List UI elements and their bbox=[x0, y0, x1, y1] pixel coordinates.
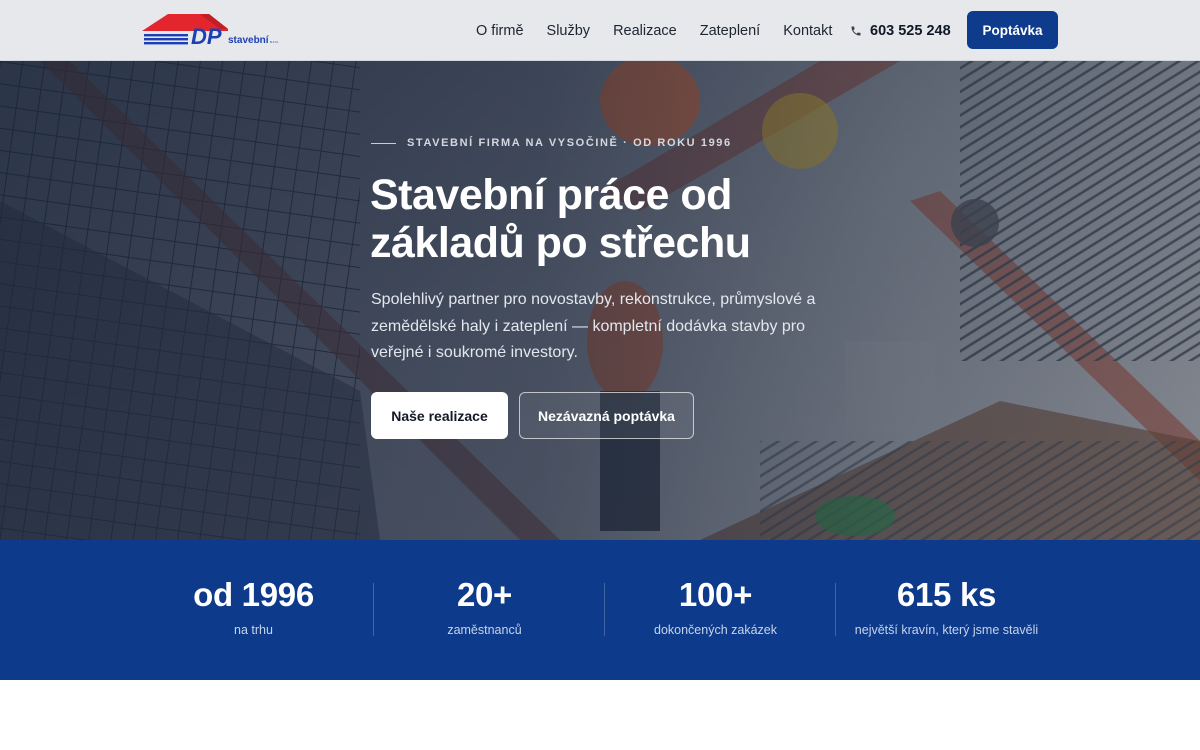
phone-icon bbox=[851, 26, 861, 35]
nav-item-sluzby[interactable]: Služby bbox=[547, 23, 591, 39]
hero-eyebrow: STAVEBNÍ FIRMA NA VYSOČINĚ · OD ROKU 199… bbox=[371, 137, 732, 149]
nase-realizace-button[interactable]: Naše realizace bbox=[371, 392, 508, 439]
stat-item: od 1996 na trhu bbox=[138, 540, 369, 680]
nezavazna-poptavka-button[interactable]: Nezávazná poptávka bbox=[519, 392, 694, 439]
stat-value: 615 ks bbox=[896, 576, 997, 613]
nav-item-realizace[interactable]: Realizace bbox=[613, 23, 677, 39]
hero-section: STAVEBNÍ FIRMA NA VYSOČINĚ · OD ROKU 199… bbox=[0, 61, 1200, 540]
phone-link[interactable]: 603 525 248 bbox=[850, 0, 951, 61]
hero-title-line-1: Stavební práce od bbox=[370, 171, 732, 219]
logo-text: DP bbox=[191, 24, 222, 46]
eyebrow-line bbox=[371, 142, 396, 144]
company-logo[interactable]: DP stavební s.r.o. bbox=[142, 12, 287, 49]
stat-label: zaměstnanců bbox=[447, 623, 522, 637]
stats-band: od 1996 na trhu 20+ zaměstnanců 100+ dok… bbox=[0, 540, 1200, 680]
nav-item-zatepleni[interactable]: Zateplení bbox=[700, 23, 760, 39]
hero-title-line-2: základů po střechu bbox=[370, 219, 751, 267]
hero-title: Stavební práce od základů po střechu bbox=[370, 171, 850, 267]
phone-number: 603 525 248 bbox=[870, 22, 951, 39]
stat-item: 20+ zaměstnanců bbox=[369, 540, 600, 680]
main-nav: O firmě Služby Realizace Zateplení Konta… bbox=[476, 0, 855, 61]
stat-value: 100+ bbox=[678, 576, 753, 613]
stat-label: největší kravín, který jsme stavěli bbox=[854, 623, 1039, 637]
nav-item-kontakt[interactable]: Kontakt bbox=[783, 23, 832, 39]
stat-value: 20+ bbox=[456, 576, 513, 613]
hero-description: Spolehlivý partner pro novostavby, rekon… bbox=[371, 291, 816, 361]
stat-item: 615 ks největší kravín, který jsme stavě… bbox=[831, 540, 1062, 680]
nav-item-o-firme[interactable]: O firmě bbox=[476, 23, 524, 39]
stat-item: 100+ dokončených zakázek bbox=[600, 540, 831, 680]
poptavka-button[interactable]: Poptávka bbox=[967, 11, 1058, 49]
logo-suffix: s.r.o. bbox=[270, 39, 279, 44]
stat-label: dokončených zakázek bbox=[654, 623, 777, 637]
stat-value: od 1996 bbox=[193, 576, 314, 613]
eyebrow-text: STAVEBNÍ FIRMA NA VYSOČINĚ · OD ROKU 199… bbox=[407, 137, 732, 149]
stat-label: na trhu bbox=[234, 623, 273, 637]
site-header: DP stavební s.r.o. O firmě Služby Realiz… bbox=[0, 0, 1200, 61]
logo-subtext: stavební bbox=[228, 35, 270, 46]
